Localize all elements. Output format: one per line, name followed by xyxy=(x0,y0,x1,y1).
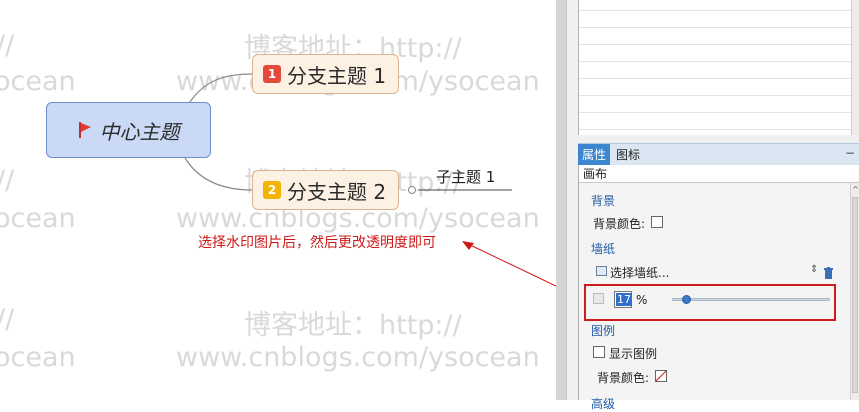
list-row-divider xyxy=(579,27,852,28)
minimize-button[interactable]: − xyxy=(845,146,855,160)
central-topic[interactable]: 中心主题 xyxy=(46,102,211,158)
legend-color-label: 背景颜色: xyxy=(597,371,650,385)
background-color-swatch[interactable] xyxy=(651,216,663,228)
legend-color-swatch[interactable] xyxy=(655,370,667,382)
properties-scrollbar[interactable]: ^ xyxy=(850,183,859,400)
tab-icons[interactable]: 图标 xyxy=(612,144,644,166)
tab-properties[interactable]: 属性 xyxy=(578,144,611,166)
section-advanced: 高级 xyxy=(591,397,616,411)
properties-panel: 画布 背景 背景颜色: 墙纸 选择墙纸... ⇕ 图例 显示图例 背景颜色: 高… xyxy=(578,165,859,411)
list-row-divider xyxy=(579,10,852,11)
list-scrollbar[interactable] xyxy=(851,0,859,135)
branch-topic-2[interactable]: 2 分支主题 2 xyxy=(252,170,400,210)
panel-gap xyxy=(578,135,859,143)
annotation-text: 选择水印图片后，然后更改透明度即可 xyxy=(198,235,436,251)
section-wallpaper: 墙纸 xyxy=(591,242,616,256)
list-row-divider xyxy=(579,61,852,62)
breadcrumb: 画布 xyxy=(579,165,859,183)
list-row-divider xyxy=(579,95,852,96)
collapse-toggle[interactable] xyxy=(408,186,416,194)
trash-icon[interactable] xyxy=(824,264,833,279)
select-wallpaper-label[interactable]: 选择墙纸... xyxy=(610,264,669,281)
show-legend-label: 显示图例 xyxy=(609,347,658,361)
image-icon xyxy=(596,266,607,276)
flag-icon xyxy=(78,121,92,139)
branch-topic-1[interactable]: 1 分支主题 1 xyxy=(252,54,400,94)
properties-tabbar: 属性 图标 − xyxy=(578,143,859,166)
branch-topic-label: 分支主题 2 xyxy=(287,179,387,204)
list-row-divider xyxy=(579,112,852,113)
spinner-icon[interactable]: ⇕ xyxy=(810,264,818,275)
highlight-box xyxy=(584,284,836,321)
background-color-label: 背景颜色: xyxy=(593,217,646,231)
section-legend: 图例 xyxy=(591,324,616,338)
central-topic-label: 中心主题 xyxy=(99,119,180,144)
branch-topic-label: 分支主题 1 xyxy=(287,63,387,88)
outline-list-panel xyxy=(578,0,859,135)
mindmap-canvas[interactable]: // 博客地址：http:// ocean www.cnblogs.com/ys… xyxy=(0,0,556,400)
list-row-divider xyxy=(579,44,852,45)
list-row-divider xyxy=(579,78,852,79)
scroll-up-icon[interactable]: ^ xyxy=(851,185,859,194)
priority-1-icon: 1 xyxy=(263,65,281,83)
priority-2-icon: 2 xyxy=(263,181,281,199)
show-legend-checkbox[interactable] xyxy=(593,346,605,358)
scroll-thumb[interactable] xyxy=(852,197,858,393)
subtopic-1[interactable]: 子主题 1 xyxy=(436,166,495,187)
section-background: 背景 xyxy=(591,194,616,208)
list-row-divider xyxy=(579,129,852,130)
